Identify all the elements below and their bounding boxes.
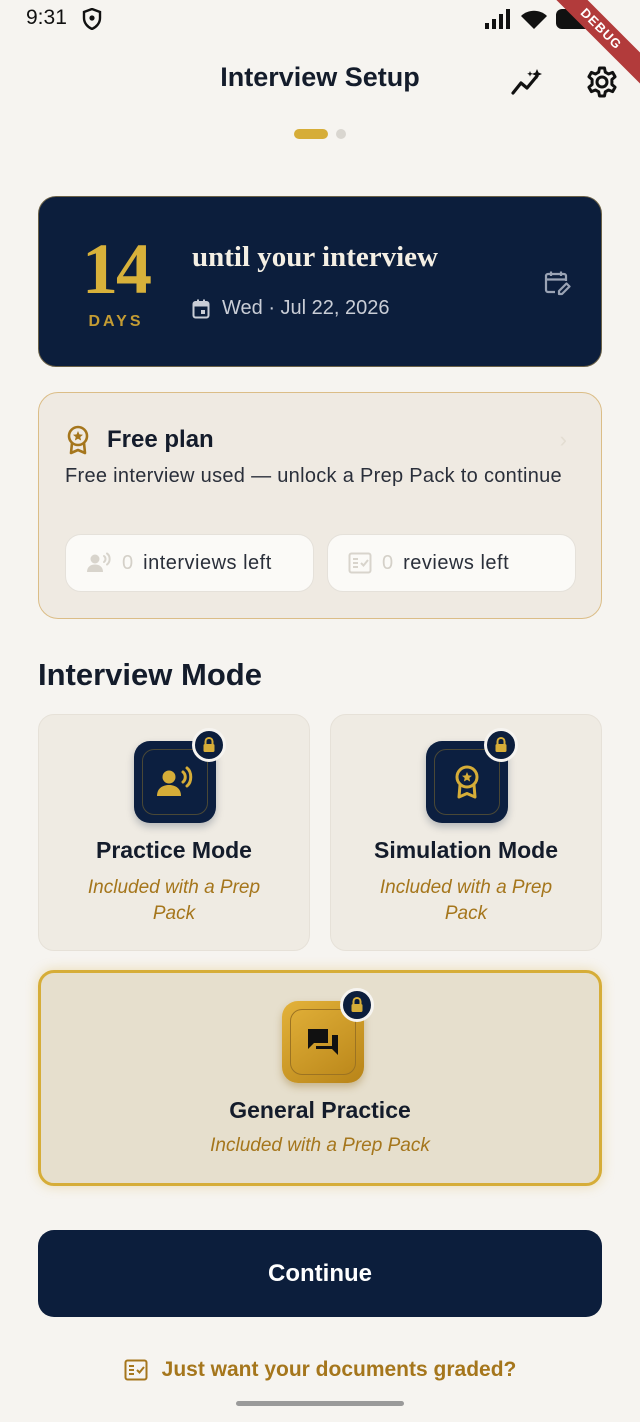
interview-date: Wed · Jul 22, 2026 <box>222 297 390 319</box>
general-practice-title: General Practice <box>229 1097 411 1123</box>
interviews-left-count: 0 <box>122 551 134 574</box>
signal-icon <box>485 9 510 29</box>
shield-icon <box>82 8 102 30</box>
chat-bubbles-icon <box>308 1029 338 1055</box>
interviews-left-label: interviews left <box>143 551 272 574</box>
lock-icon <box>192 728 226 762</box>
interviews-left-chip: 0 interviews left <box>65 534 314 592</box>
plan-title: Free plan <box>107 426 214 453</box>
record-voice-icon <box>157 766 193 796</box>
lock-icon <box>484 728 518 762</box>
page-dot <box>336 129 346 139</box>
settings-button[interactable] <box>584 64 620 100</box>
lock-icon <box>340 988 374 1022</box>
edit-calendar-icon[interactable] <box>543 269 571 297</box>
documents-graded-label: Just want your documents graded? <box>161 1358 517 1381</box>
reviews-left-chip: 0 reviews left <box>327 534 576 592</box>
plan-header: Free plan <box>65 425 214 455</box>
checklist-icon <box>124 1359 148 1381</box>
practice-mode-subtitle: Included with a Prep Pack <box>87 877 261 924</box>
reviews-left-label: reviews left <box>403 551 510 574</box>
practice-mode-card[interactable]: Practice Mode Included with a Prep Pack <box>38 714 310 951</box>
countdown-title: until your interview <box>192 241 438 273</box>
wifi-icon <box>521 10 547 29</box>
progress-button[interactable] <box>509 64 545 100</box>
trending-sparkle-icon <box>511 69 542 95</box>
page-dot-active <box>294 129 328 139</box>
status-time: 9:31 <box>26 6 67 29</box>
plan-card[interactable]: Free plan › Free interview used — unlock… <box>38 392 602 619</box>
calendar-icon <box>192 299 210 318</box>
general-practice-card[interactable]: General Practice Included with a Prep Pa… <box>38 970 602 1186</box>
simulation-mode-card[interactable]: Simulation Mode Included with a Prep Pac… <box>330 714 602 951</box>
plan-description: Free interview used — unlock a Prep Pack… <box>65 465 562 487</box>
section-title-interview-mode: Interview Mode <box>38 657 262 692</box>
simulation-mode-subtitle: Included with a Prep Pack <box>379 877 553 924</box>
award-icon <box>67 425 89 455</box>
chevron-right-icon: › <box>559 427 567 452</box>
practice-mode-title: Practice Mode <box>96 837 252 863</box>
interview-date-row: Wed · Jul 22, 2026 <box>192 297 390 320</box>
page-indicator <box>0 129 640 139</box>
reviews-left-count: 0 <box>382 551 394 574</box>
countdown-number: 14 <box>82 229 152 309</box>
continue-button[interactable]: Continue <box>38 1230 602 1317</box>
simulation-mode-title: Simulation Mode <box>374 837 558 863</box>
home-indicator[interactable] <box>236 1401 404 1406</box>
gear-icon <box>587 66 617 98</box>
countdown-unit: DAYS <box>88 313 144 330</box>
checklist-icon <box>348 552 372 574</box>
record-voice-icon <box>87 552 111 572</box>
countdown-card: 14 DAYS until your interview Wed · Jul 2… <box>38 196 602 367</box>
general-practice-subtitle: Included with a Prep Pack <box>210 1135 430 1156</box>
award-icon <box>455 765 479 799</box>
documents-graded-link[interactable]: Just want your documents graded? <box>0 1358 640 1382</box>
status-bar: 9:31 DEBUG <box>0 0 640 90</box>
